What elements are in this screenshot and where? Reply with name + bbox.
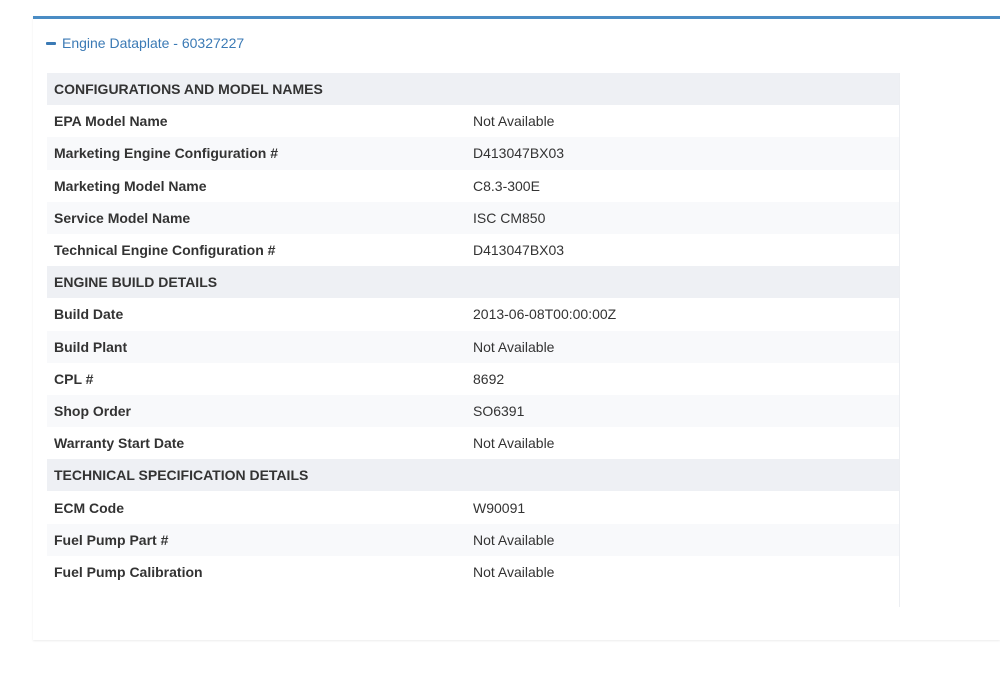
section-header: ENGINE BUILD DETAILS [47,266,900,299]
table-row: Warranty Start Date Not Available [47,427,900,460]
row-value: 8692 [473,370,505,387]
row-value: SO6391 [473,402,525,419]
panel-toggle[interactable]: Engine Dataplate - 60327227 [46,33,244,53]
section-heading: ENGINE BUILD DETAILS [54,274,218,291]
table-row: Service Model Name ISC CM850 [47,201,900,234]
dataplate-table: CONFIGURATIONS AND MODEL NAMES EPA Model… [47,73,900,588]
table-row: ECM Code W90091 [47,491,900,524]
row-label: Build Plant [54,338,128,355]
table-row: Build Date 2013-06-08T00:00:00Z [47,298,900,331]
row-label: Fuel Pump Part # [54,531,169,548]
row-value: Not Available [473,338,555,355]
row-label: Marketing Engine Configuration # [54,145,279,162]
row-value: W90091 [473,499,526,516]
minus-icon[interactable] [46,41,56,45]
row-label: Marketing Model Name [54,177,207,194]
table-row: Build Plant Not Available [47,330,900,363]
table-right-border [899,73,900,607]
panel-title[interactable]: Engine Dataplate - 60327227 [62,35,244,51]
row-value: Not Available [473,563,555,580]
row-label: Shop Order [54,402,132,419]
row-value: D413047BX03 [473,242,565,259]
row-value: C8.3-300E [473,177,540,194]
section-header: TECHNICAL SPECIFICATION DETAILS [47,459,900,492]
table-row: Shop Order SO6391 [47,394,900,428]
table-row: Marketing Engine Configuration # D413047… [47,137,900,170]
table-row: Marketing Model Name C8.3-300E [47,169,900,202]
row-label: Build Date [54,306,124,323]
row-label: Technical Engine Configuration # [54,242,276,259]
row-label: CPL # [54,370,94,387]
table-row: CPL # 8692 [47,362,900,395]
table-row: Technical Engine Configuration # D413047… [47,233,900,267]
row-label: Warranty Start Date [54,435,185,452]
row-value: Not Available [473,113,555,130]
table-row: EPA Model Name Not Available [47,105,900,138]
row-value: 2013-06-08T00:00:00Z [473,306,617,323]
row-label: ECM Code [54,499,124,516]
row-label: Fuel Pump Calibration [54,563,203,580]
table-row: Fuel Pump Part # Not Available [47,523,900,556]
row-value: D413047BX03 [473,145,565,162]
row-value: Not Available [473,531,555,548]
row-value: ISC CM850 [473,209,546,226]
section-heading: CONFIGURATIONS AND MODEL NAMES [54,81,323,98]
row-value: Not Available [473,435,555,452]
section-heading: TECHNICAL SPECIFICATION DETAILS [54,467,309,484]
row-label: EPA Model Name [54,113,168,130]
section-header: CONFIGURATIONS AND MODEL NAMES [47,73,900,106]
table-row: Fuel Pump Calibration Not Available [47,555,900,588]
row-label: Service Model Name [54,209,191,226]
